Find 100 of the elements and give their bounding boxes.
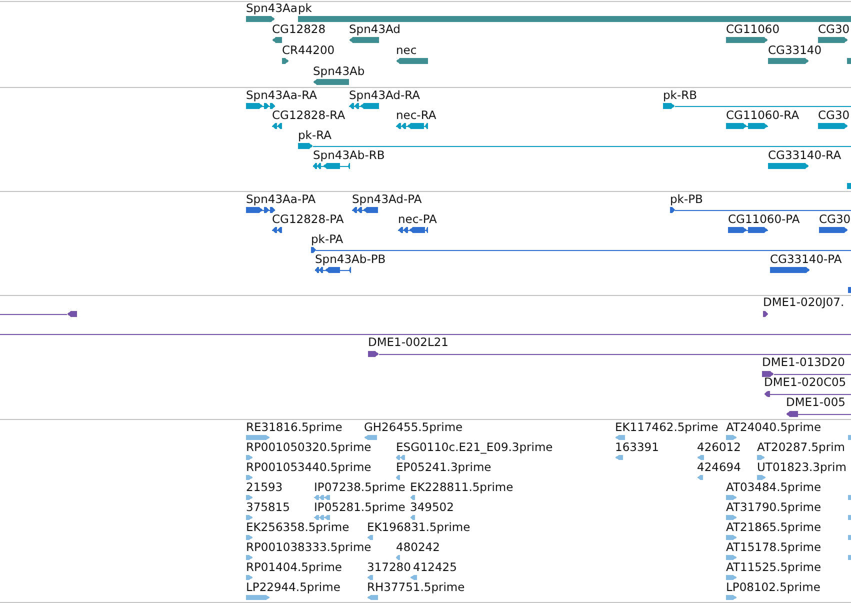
feature-label: DME1-020C05 [764, 376, 846, 389]
feature-label: CG11060-PA [728, 213, 800, 226]
spliced-feature[interactable] [314, 495, 330, 500]
spliced-feature[interactable] [246, 103, 275, 109]
span-feature[interactable] [670, 207, 851, 213]
feature-label: Spn43Ab-RB [313, 149, 385, 162]
feature-label: CG33140-PA [770, 253, 842, 266]
feature-label: EK196831.5prime [367, 521, 470, 534]
spliced-feature[interactable] [352, 207, 378, 213]
spliced-feature[interactable] [396, 455, 405, 460]
feature-label: AT21865.5prime [726, 521, 822, 534]
feature-arrow-bar[interactable] [768, 163, 809, 169]
feature-label: RE31816.5prime [246, 421, 342, 434]
feature-label: RP01404.5prime [246, 561, 342, 574]
feature-label: 163391 [615, 441, 659, 454]
spliced-feature[interactable] [398, 227, 428, 233]
feature-arrow-bar[interactable] [272, 37, 282, 43]
feature-label: CG12828-PA [272, 213, 344, 226]
spliced-feature[interactable] [313, 163, 350, 169]
feature-label: DME1-013D20 [762, 356, 845, 369]
span-feature[interactable] [311, 247, 851, 253]
feature-label: EK228811.5prime [410, 481, 514, 494]
feature-label: Spn43Ad [349, 23, 400, 36]
feature-label: DME1-020J07. [763, 296, 844, 309]
feature-label: 375815 [246, 501, 290, 514]
feature-arrow-bar[interactable] [770, 267, 810, 273]
feature-label: IP07238.5prime [314, 481, 406, 494]
feature-label: 349502 [410, 501, 454, 514]
feature-label: nec [396, 44, 417, 57]
feature-label: AT31790.5prime [726, 501, 822, 514]
feature-label: pk-PB [670, 193, 703, 206]
span-feature[interactable] [368, 351, 851, 357]
feature-label: ESG0110c.E21_E09.3prime [396, 441, 553, 454]
feature-label: AT15178.5prime [726, 541, 822, 554]
feature-label: Spn43Ab-PB [315, 253, 386, 266]
feature-label: EK256358.5prime [246, 521, 350, 534]
feature-label: 424694 [697, 461, 741, 474]
feature-label: IP05281.5prime [314, 501, 406, 514]
feature-arrow-bar[interactable] [246, 16, 275, 22]
feature-label: AT20287.5prim [757, 441, 845, 454]
feature-label: DME1-005 [786, 396, 846, 409]
feature-label: CR44200 [282, 44, 335, 57]
feature-label: RP001050320.5prime [246, 441, 372, 454]
span-feature[interactable] [0, 311, 77, 317]
feature-arrow-bar[interactable] [818, 37, 848, 43]
feature-label: CG12828-RA [272, 109, 346, 122]
span-feature[interactable] [762, 371, 851, 377]
feature-label: Spn43Ab [313, 65, 365, 78]
feature-label: CG11060 [726, 23, 780, 36]
feature-label: RP001038333.5prime [246, 541, 372, 554]
feature-label: CG30 [819, 213, 851, 226]
feature-label: nec-PA [398, 213, 437, 226]
feature-label: 426012 [697, 441, 741, 454]
spliced-feature[interactable] [314, 515, 330, 520]
feature-label: UT01823.3prim [757, 461, 846, 474]
feature-label: pk-RA [298, 129, 332, 142]
span-feature[interactable] [298, 143, 851, 149]
feature-arrow-bar[interactable] [313, 79, 349, 85]
spliced-feature[interactable] [728, 227, 768, 233]
feature-label: Spn43Aa-PA [246, 193, 316, 206]
feature-label: pk [298, 2, 312, 15]
feature-label: LP22944.5prime [246, 581, 340, 594]
feature-label: pk-RB [663, 89, 697, 102]
feature-label: Spn43Ad-PA [352, 193, 422, 206]
feature-arrow-bar[interactable] [282, 58, 289, 64]
span-feature[interactable] [764, 391, 851, 397]
feature-arrow-bar[interactable] [819, 227, 848, 233]
feature-label: AT24040.5prime [726, 421, 822, 434]
feature-label: Spn43Aa-RA [246, 89, 317, 102]
feature-label: CG12828 [272, 23, 326, 36]
feature-arrow-bar[interactable] [763, 311, 768, 317]
feature-arrow-bar[interactable] [349, 37, 379, 43]
spliced-feature[interactable] [272, 123, 282, 129]
feature-label: CG30 [818, 109, 850, 122]
feature-label: 21593 [246, 481, 283, 494]
feature-label: 317280 [367, 561, 411, 574]
feature-arrow-bar[interactable] [396, 58, 428, 64]
feature-label: 480242 [396, 541, 440, 554]
feature-label: Spn43Ad-RA [349, 89, 420, 102]
span-feature[interactable] [786, 411, 851, 417]
spliced-feature[interactable] [272, 227, 282, 233]
feature-arrow-bar[interactable] [726, 37, 768, 43]
span-feature[interactable] [663, 103, 851, 109]
feature-label: GH26455.5prime [364, 421, 463, 434]
spliced-feature[interactable] [349, 103, 379, 109]
spliced-feature[interactable] [315, 267, 351, 273]
feature-arrow-bar[interactable] [818, 123, 848, 129]
feature-label: pk-PA [311, 233, 344, 246]
feature-label: DME1-002L21 [368, 336, 448, 349]
feature-label: AT03484.5prime [726, 481, 822, 494]
feature-label: CG33140-RA [768, 149, 842, 162]
feature-label: CG30 [818, 23, 850, 36]
spliced-feature[interactable] [396, 123, 428, 129]
spliced-feature[interactable] [726, 123, 768, 129]
feature-label: LP08102.5prime [726, 581, 820, 594]
feature-label: EP05241.3prime [396, 461, 492, 474]
feature-label: CG33140 [768, 44, 822, 57]
feature-arrow-bar[interactable] [768, 58, 809, 64]
feature-label: nec-RA [396, 109, 436, 122]
spliced-feature[interactable] [246, 207, 275, 213]
